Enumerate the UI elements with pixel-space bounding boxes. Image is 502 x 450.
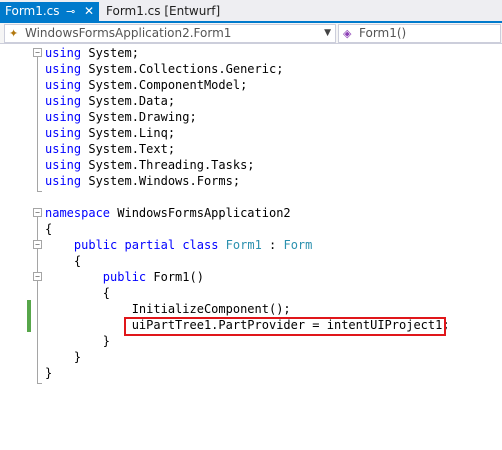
tab-label: Form1.cs bbox=[5, 4, 60, 18]
collapse-icon[interactable]: − bbox=[33, 208, 42, 217]
keyword-token: class bbox=[182, 238, 219, 252]
tab-label: Form1.cs [Entwurf] bbox=[106, 4, 221, 18]
code-line[interactable]: using System.ComponentModel; bbox=[45, 77, 247, 93]
tab-form1-cs[interactable]: Form1.cs ⊸ ✕ bbox=[0, 2, 99, 21]
keyword-token: using bbox=[45, 126, 82, 140]
code-line[interactable]: { bbox=[45, 253, 81, 269]
code-line[interactable]: using System.Text; bbox=[45, 141, 175, 157]
keyword-token: using bbox=[45, 158, 82, 172]
code-line[interactable]: public partial class Form1 : Form bbox=[45, 237, 312, 253]
code-token: } bbox=[45, 350, 82, 364]
code-line[interactable]: using System.Collections.Generic; bbox=[45, 61, 283, 77]
keyword-token: namespace bbox=[45, 206, 111, 220]
keyword-token: using bbox=[45, 110, 82, 124]
member-dropdown-value: Form1() bbox=[359, 26, 407, 40]
editor-margin bbox=[0, 44, 25, 450]
code-token: Form1() bbox=[146, 270, 204, 284]
code-token: } bbox=[45, 334, 111, 348]
navigation-bar: ✦ WindowsFormsApplication2.Form1 ▼ ◈ For… bbox=[0, 23, 502, 44]
keyword-token: using bbox=[45, 174, 82, 188]
close-icon[interactable]: ✕ bbox=[84, 2, 94, 21]
code-token: WindowsFormsApplication2 bbox=[110, 206, 291, 220]
keyword-token: using bbox=[45, 62, 82, 76]
code-token: System.Windows.Forms; bbox=[81, 174, 241, 188]
keyword-token: using bbox=[45, 142, 82, 156]
code-line[interactable]: public Form1() bbox=[45, 269, 204, 285]
pin-icon[interactable]: ⊸ bbox=[66, 2, 75, 21]
code-line[interactable]: InitializeComponent(); bbox=[45, 301, 291, 317]
chevron-down-icon[interactable]: ▼ bbox=[324, 25, 331, 42]
class-dropdown[interactable]: ✦ WindowsFormsApplication2.Form1 ▼ bbox=[4, 24, 336, 43]
keyword-token: public bbox=[102, 270, 147, 284]
keyword-token: using bbox=[45, 46, 82, 60]
keyword-token: partial bbox=[124, 238, 176, 252]
member-dropdown[interactable]: ◈ Form1() bbox=[338, 24, 501, 43]
code-line[interactable]: { bbox=[45, 285, 110, 301]
code-line[interactable]: using System.Linq; bbox=[45, 125, 175, 141]
code-token: { bbox=[45, 222, 53, 236]
code-line[interactable]: using System.Drawing; bbox=[45, 109, 197, 125]
code-line[interactable]: namespace WindowsFormsApplication2 bbox=[45, 205, 291, 221]
code-token: System.Data; bbox=[81, 94, 176, 108]
code-token: System.Collections.Generic; bbox=[81, 62, 284, 76]
code-line[interactable]: } bbox=[45, 349, 81, 365]
code-token: : bbox=[261, 238, 284, 252]
outline-guide-end bbox=[37, 383, 42, 384]
keyword-token: public bbox=[73, 238, 118, 252]
code-token: System.ComponentModel; bbox=[81, 78, 248, 92]
code-line[interactable]: using System; bbox=[45, 45, 139, 61]
code-token: System.Threading.Tasks; bbox=[81, 158, 255, 172]
code-token: System.Text; bbox=[81, 142, 176, 156]
code-token: { bbox=[45, 254, 82, 268]
code-token: System; bbox=[81, 46, 139, 60]
code-token: InitializeComponent(); bbox=[45, 302, 291, 316]
highlight-box bbox=[124, 317, 446, 336]
code-token: } bbox=[45, 366, 53, 380]
code-line[interactable]: { bbox=[45, 221, 52, 237]
code-line[interactable]: } bbox=[45, 333, 110, 349]
collapse-icon[interactable]: − bbox=[33, 272, 42, 281]
class-dropdown-value: WindowsFormsApplication2.Form1 bbox=[25, 26, 232, 40]
code-token: System.Drawing; bbox=[81, 110, 197, 124]
code-line[interactable]: using System.Windows.Forms; bbox=[45, 173, 240, 189]
document-tab-strip: Form1.cs ⊸ ✕ Form1.cs [Entwurf] bbox=[0, 0, 502, 23]
code-editor[interactable]: − − − − using System; using System.Collec… bbox=[0, 44, 502, 450]
code-token: System.Linq; bbox=[81, 126, 176, 140]
method-icon: ◈ bbox=[343, 27, 352, 40]
outline-guide-end bbox=[37, 191, 42, 192]
type-token: Form1 bbox=[225, 238, 262, 252]
code-token: { bbox=[45, 286, 111, 300]
keyword-token: using bbox=[45, 78, 82, 92]
class-icon: ✦ bbox=[9, 27, 19, 40]
outline-guide bbox=[37, 57, 38, 191]
keyword-token: using bbox=[45, 94, 82, 108]
code-line[interactable]: } bbox=[45, 365, 52, 381]
collapse-icon[interactable]: − bbox=[33, 240, 42, 249]
collapse-icon[interactable]: − bbox=[33, 48, 42, 57]
type-token: Form bbox=[283, 238, 313, 252]
code-line[interactable]: using System.Threading.Tasks; bbox=[45, 157, 255, 173]
code-line[interactable]: using System.Data; bbox=[45, 93, 175, 109]
tab-form1-designer[interactable]: Form1.cs [Entwurf] bbox=[101, 2, 231, 21]
change-indicator bbox=[27, 300, 31, 332]
